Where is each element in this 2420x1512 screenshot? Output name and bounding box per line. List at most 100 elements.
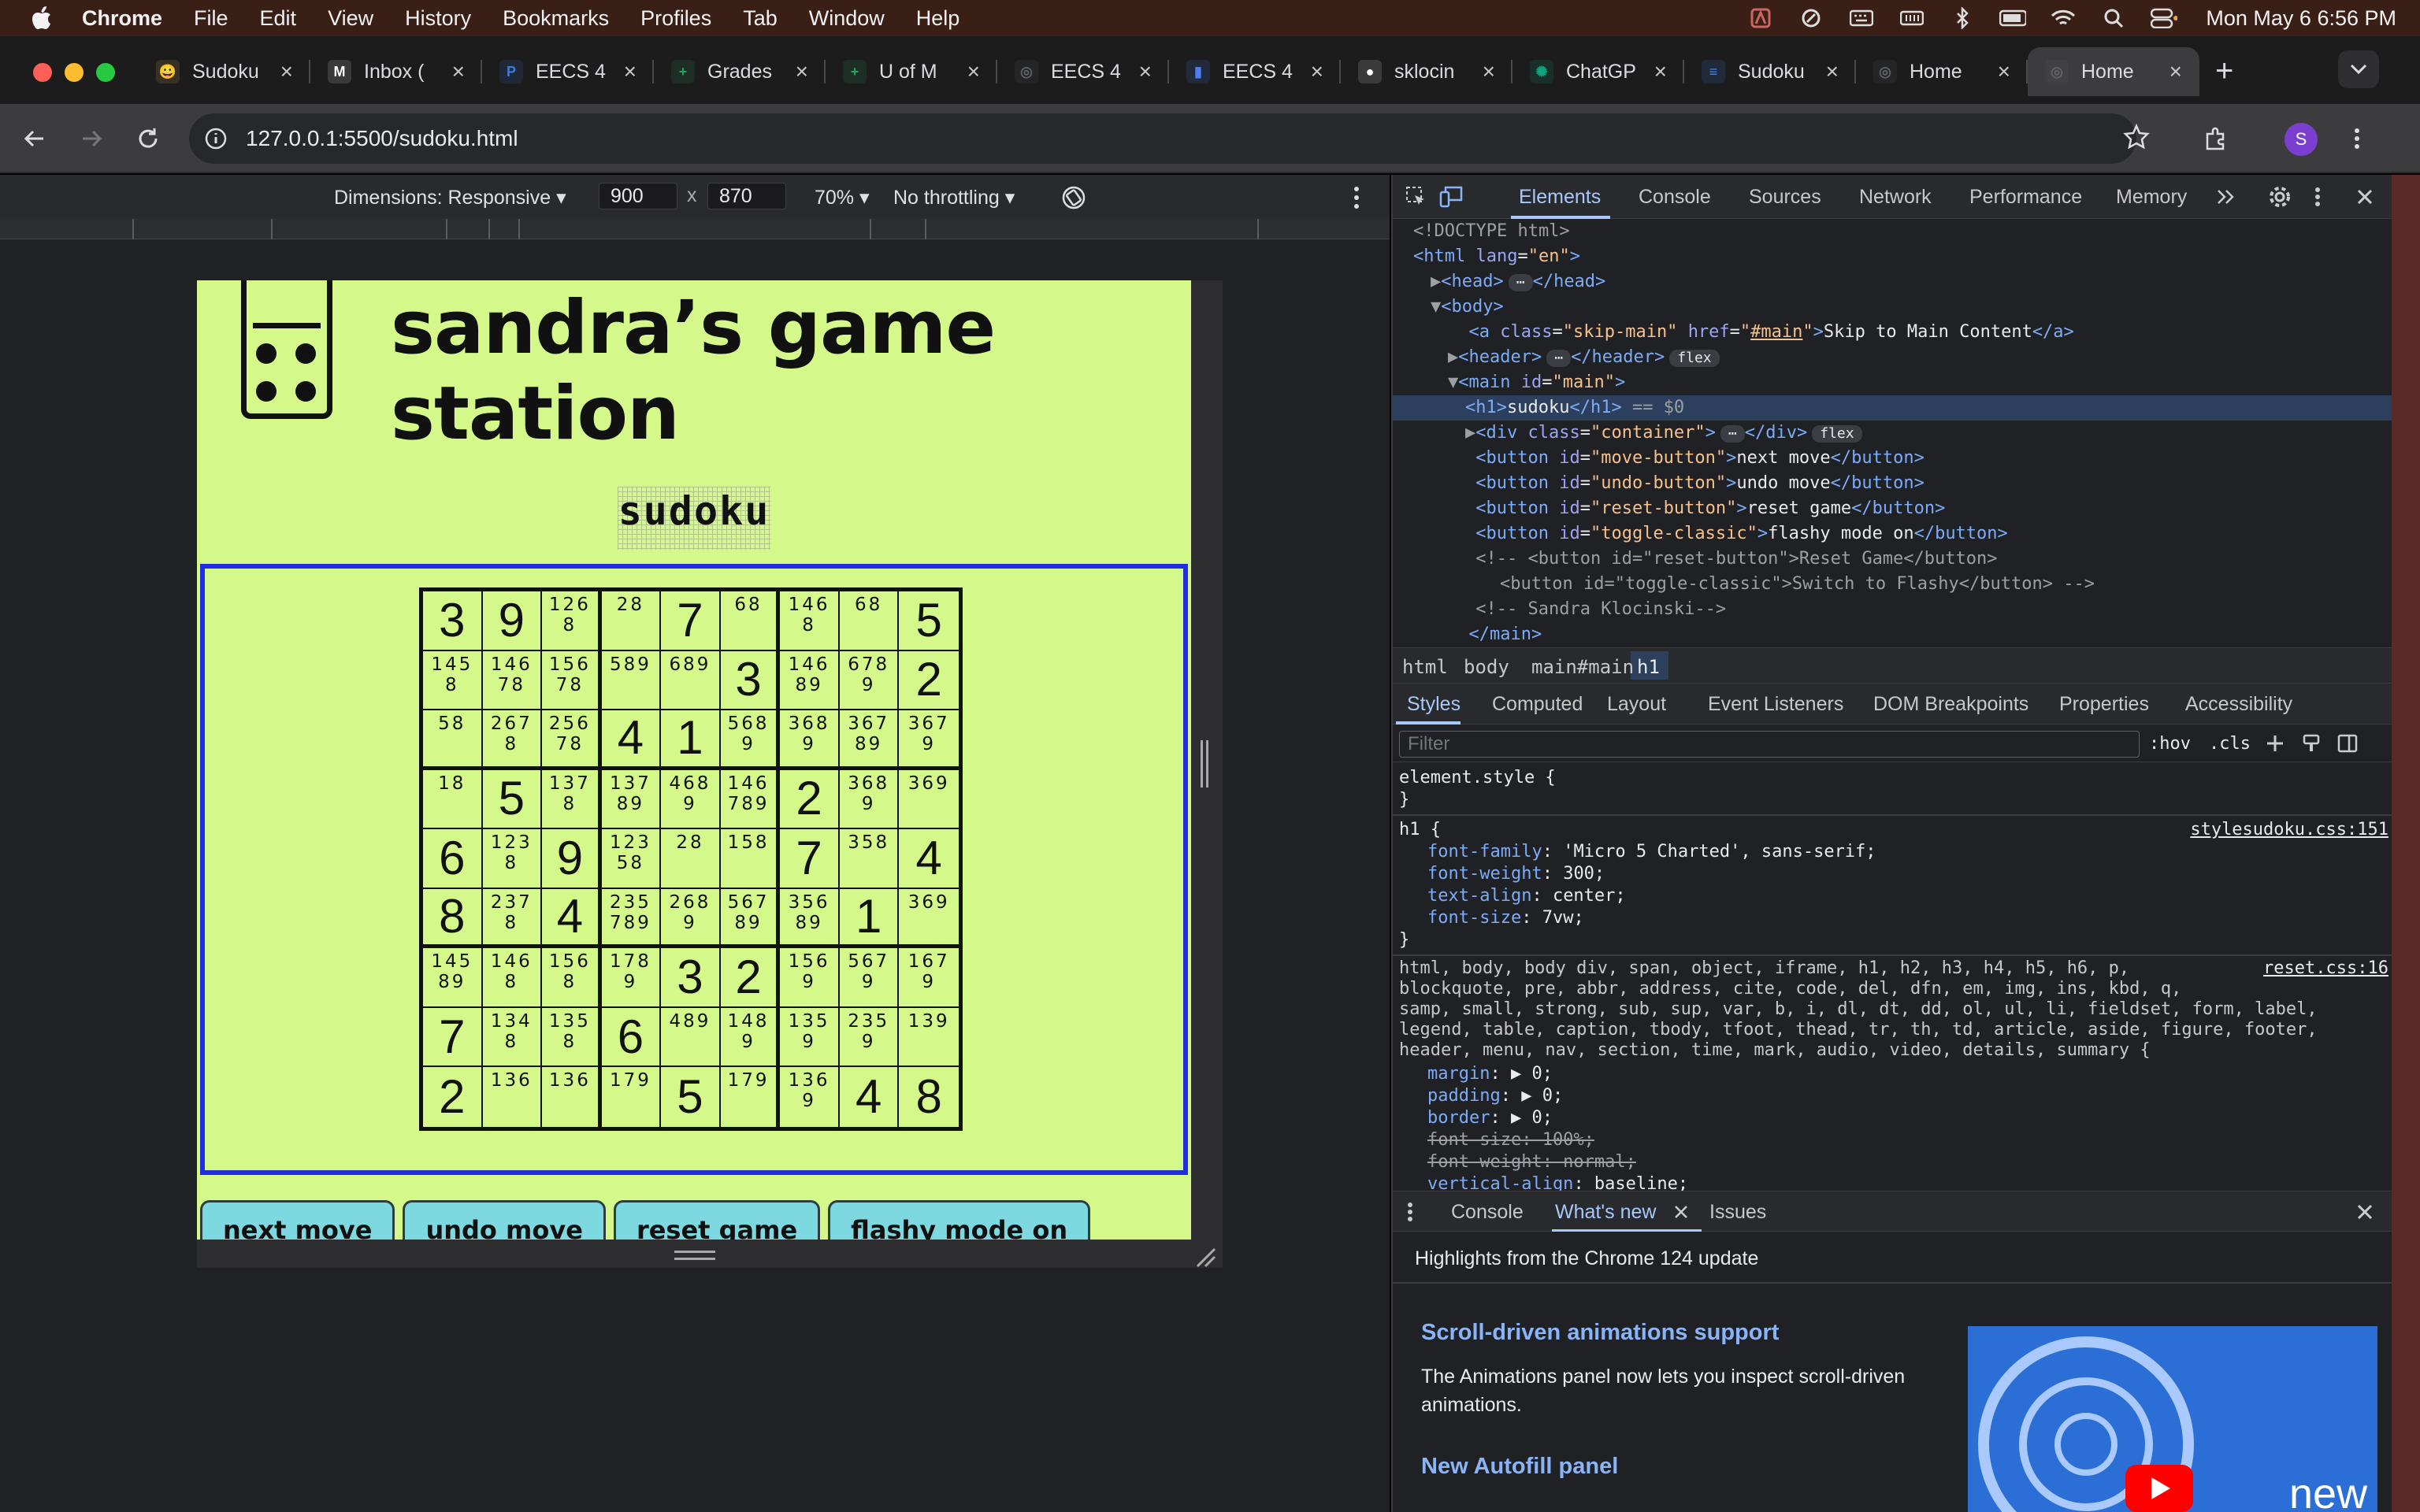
tab-close-icon[interactable]: × bbox=[1654, 59, 1667, 84]
menu-help[interactable]: Help bbox=[916, 6, 960, 31]
sudoku-cell[interactable]: 4 bbox=[899, 829, 959, 889]
browser-tab[interactable]: ● sklocin × bbox=[1341, 47, 1512, 96]
sidebar-toggle-icon[interactable] bbox=[2335, 731, 2360, 756]
sudoku-cell[interactable]: 136 bbox=[483, 1067, 543, 1127]
sudoku-cell[interactable]: 136 bbox=[542, 1067, 602, 1127]
sudoku-cell[interactable]: 268 9 bbox=[661, 888, 721, 949]
spotlight-search-icon[interactable] bbox=[2100, 8, 2127, 28]
sudoku-cell[interactable]: 6 bbox=[423, 829, 483, 889]
crumb-h1[interactable]: h1 bbox=[1637, 656, 1660, 678]
subtab-dom-breakpoints[interactable]: DOM Breakpoints bbox=[1873, 693, 2028, 716]
devtools-menu-icon[interactable] bbox=[2305, 184, 2330, 209]
menu-edit[interactable]: Edit bbox=[260, 6, 297, 31]
dom-node-line[interactable]: ▼<main id="main"> bbox=[1393, 370, 2393, 395]
address-bar[interactable]: 127.0.0.1:5500/sudoku.html bbox=[189, 113, 2136, 164]
dom-node-line[interactable]: <button id="undo-button">undo move</butt… bbox=[1393, 471, 2393, 496]
sudoku-cell[interactable]: 123 58 bbox=[601, 829, 662, 889]
dom-node-line[interactable]: <button id="move-button">next move</butt… bbox=[1393, 446, 2393, 471]
dom-node-line[interactable]: ▶<header> ⋯ </header> flex bbox=[1393, 345, 2393, 370]
new-rule-plus-icon[interactable] bbox=[2262, 731, 2288, 756]
sudoku-cell[interactable]: 146 89 bbox=[780, 650, 840, 711]
tab-close-icon[interactable]: × bbox=[1311, 59, 1323, 84]
sudoku-cell[interactable]: 18 bbox=[423, 769, 483, 830]
wifi-icon[interactable] bbox=[2050, 8, 2077, 28]
sudoku-cell[interactable]: 1 bbox=[661, 710, 721, 770]
h1-rule-selector[interactable]: h1 { bbox=[1399, 819, 1441, 841]
menu-window[interactable]: Window bbox=[809, 6, 885, 31]
site-info-icon[interactable] bbox=[202, 124, 230, 153]
sudoku-cell[interactable]: 146 8 bbox=[482, 948, 543, 1008]
sudoku-cell[interactable]: 1 bbox=[839, 888, 900, 949]
sudoku-cell[interactable]: 28 bbox=[661, 829, 721, 889]
dom-node-line[interactable]: ▶<head> ⋯ </head> bbox=[1393, 269, 2393, 295]
sudoku-cell[interactable]: 568 9 bbox=[720, 710, 781, 770]
rotate-icon[interactable] bbox=[1059, 183, 1089, 213]
sudoku-cell[interactable]: 368 9 bbox=[839, 769, 900, 830]
sudoku-cell[interactable]: 58 bbox=[423, 710, 483, 770]
sudoku-cell[interactable]: 567 9 bbox=[839, 948, 900, 1008]
sudoku-cell[interactable]: 489 bbox=[661, 1007, 721, 1068]
sudoku-cell[interactable]: 356 89 bbox=[780, 888, 840, 949]
subtab-accessibility[interactable]: Accessibility bbox=[2185, 693, 2292, 716]
sudoku-cell[interactable]: 126 8 bbox=[542, 591, 602, 651]
tab-close-icon[interactable]: × bbox=[1826, 59, 1839, 84]
css-declaration[interactable]: font-weight: 300; bbox=[1427, 863, 1605, 885]
sudoku-cell[interactable]: 156 78 bbox=[542, 650, 602, 711]
sudoku-cell[interactable]: 145 89 bbox=[423, 948, 483, 1008]
subtab-properties[interactable]: Properties bbox=[2059, 693, 2149, 716]
menu-history[interactable]: History bbox=[405, 6, 471, 31]
tab-close-icon[interactable]: × bbox=[624, 59, 637, 84]
profile-avatar[interactable]: S bbox=[2285, 123, 2318, 156]
whats-new-video-thumbnail[interactable]: new bbox=[1968, 1326, 2377, 1512]
css-declaration[interactable]: border: ▶ 0; bbox=[1427, 1107, 1553, 1129]
keyboard-icon[interactable] bbox=[1848, 8, 1875, 28]
browser-tab[interactable]: + U of M × bbox=[826, 47, 997, 96]
overridden-declaration[interactable]: font-weight: normal; bbox=[1427, 1151, 1636, 1173]
sudoku-cell[interactable]: 28 bbox=[601, 591, 662, 651]
sudoku-cell[interactable]: 135 9 bbox=[780, 1007, 840, 1068]
element-style-rule[interactable]: element.style { bbox=[1399, 767, 1556, 789]
class-toggle[interactable]: .cls bbox=[2209, 734, 2251, 754]
control-center-icon[interactable] bbox=[2151, 8, 2178, 28]
browser-tab[interactable]: ≡ Sudoku × bbox=[1684, 47, 1856, 96]
sudoku-cell[interactable]: 167 9 bbox=[899, 948, 959, 1008]
tab-close-icon[interactable]: × bbox=[280, 59, 293, 84]
sudoku-cell[interactable]: 235 789 bbox=[601, 888, 662, 949]
sudoku-cell[interactable]: 256 78 bbox=[542, 710, 602, 770]
bookmark-star-icon[interactable] bbox=[2119, 120, 2154, 154]
sudoku-cell[interactable]: 156 9 bbox=[780, 948, 840, 1008]
dom-node-line[interactable]: <!DOCTYPE html> bbox=[1393, 219, 2393, 244]
corner-resize-handle[interactable] bbox=[1194, 1246, 1218, 1269]
sudoku-cell[interactable]: 9 bbox=[542, 829, 602, 889]
sudoku-cell[interactable]: 179 bbox=[721, 1067, 781, 1127]
device-toggle-icon[interactable] bbox=[1438, 184, 1464, 209]
memory-icon[interactable] bbox=[1899, 8, 1925, 28]
battery-icon[interactable] bbox=[1999, 8, 2027, 28]
dom-node-line[interactable]: <button id="toggle-classic">flashy mode … bbox=[1393, 521, 2393, 547]
sudoku-cell[interactable]: 358 bbox=[839, 829, 900, 889]
dom-node-line[interactable]: ▼<body> bbox=[1393, 295, 2393, 320]
dom-node-line[interactable]: <!-- Sandra Klocinski--> bbox=[1393, 597, 2393, 622]
sudoku-cell[interactable]: 3 bbox=[720, 650, 781, 711]
sudoku-cell[interactable]: 3 bbox=[661, 948, 721, 1008]
feature-link-autofill[interactable]: New Autofill panel bbox=[1421, 1454, 1618, 1480]
tab-console[interactable]: Console bbox=[1639, 186, 1711, 209]
dom-node-line[interactable]: </main> bbox=[1393, 622, 2393, 647]
sudoku-cell[interactable]: 148 9 bbox=[720, 1007, 781, 1068]
sudoku-cell[interactable]: 6 bbox=[601, 1007, 662, 1068]
sudoku-cell[interactable]: 5 bbox=[482, 769, 543, 830]
close-whats-new-icon[interactable] bbox=[1668, 1199, 1694, 1225]
tab-search-button[interactable] bbox=[2338, 50, 2379, 88]
dimensions-dropdown[interactable]: Dimensions: Responsive ▾ bbox=[334, 186, 566, 209]
sudoku-cell[interactable]: 146 78 bbox=[482, 650, 543, 711]
sudoku-cell[interactable]: 3 bbox=[423, 591, 483, 651]
overridden-declaration[interactable]: font-size: 100%; bbox=[1427, 1129, 1594, 1151]
menu-app-chrome[interactable]: Chrome bbox=[82, 6, 162, 31]
browser-tab[interactable]: ◎ Home × bbox=[2028, 47, 2199, 96]
sudoku-cell[interactable]: 235 9 bbox=[839, 1007, 900, 1068]
tab-close-icon[interactable]: × bbox=[2169, 59, 2182, 84]
sudoku-cell[interactable]: 135 8 bbox=[542, 1007, 602, 1068]
zoom-dropdown[interactable]: 70% ▾ bbox=[815, 186, 870, 209]
sudoku-cell[interactable]: 158 bbox=[720, 829, 781, 889]
apple-logo-icon[interactable] bbox=[30, 6, 54, 30]
